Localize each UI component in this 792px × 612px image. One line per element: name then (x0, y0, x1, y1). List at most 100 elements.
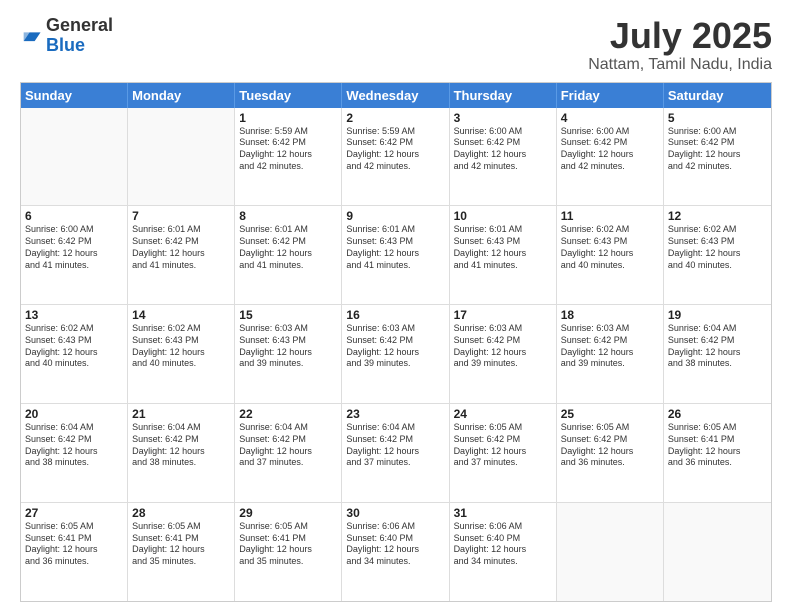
calendar-cell: 21Sunrise: 6:04 AMSunset: 6:42 PMDayligh… (128, 404, 235, 502)
day-number: 1 (239, 111, 337, 125)
sunrise-text: Sunrise: 6:03 AM (454, 323, 552, 335)
calendar-cell: 28Sunrise: 6:05 AMSunset: 6:41 PMDayligh… (128, 503, 235, 601)
daylight-text-1: Daylight: 12 hours (454, 446, 552, 458)
sunrise-text: Sunrise: 6:05 AM (668, 422, 767, 434)
daylight-text-2: and 38 minutes. (132, 457, 230, 469)
day-number: 13 (25, 308, 123, 322)
daylight-text-2: and 42 minutes. (346, 161, 444, 173)
calendar-cell: 10Sunrise: 6:01 AMSunset: 6:43 PMDayligh… (450, 206, 557, 304)
day-number: 18 (561, 308, 659, 322)
sunrise-text: Sunrise: 6:01 AM (346, 224, 444, 236)
daylight-text-1: Daylight: 12 hours (346, 347, 444, 359)
daylight-text-1: Daylight: 12 hours (132, 248, 230, 260)
day-number: 3 (454, 111, 552, 125)
daylight-text-1: Daylight: 12 hours (132, 446, 230, 458)
daylight-text-2: and 36 minutes. (25, 556, 123, 568)
calendar: SundayMondayTuesdayWednesdayThursdayFrid… (20, 82, 772, 602)
sunrise-text: Sunrise: 6:04 AM (346, 422, 444, 434)
day-number: 20 (25, 407, 123, 421)
daylight-text-1: Daylight: 12 hours (132, 347, 230, 359)
day-number: 21 (132, 407, 230, 421)
day-number: 6 (25, 209, 123, 223)
sunrise-text: Sunrise: 6:05 AM (454, 422, 552, 434)
sunset-text: Sunset: 6:42 PM (454, 335, 552, 347)
sunset-text: Sunset: 6:41 PM (132, 533, 230, 545)
calendar-week: 6Sunrise: 6:00 AMSunset: 6:42 PMDaylight… (21, 206, 771, 305)
sunrise-text: Sunrise: 6:00 AM (561, 126, 659, 138)
calendar-cell: 7Sunrise: 6:01 AMSunset: 6:42 PMDaylight… (128, 206, 235, 304)
daylight-text-2: and 35 minutes. (132, 556, 230, 568)
daylight-text-1: Daylight: 12 hours (346, 446, 444, 458)
day-number: 15 (239, 308, 337, 322)
daylight-text-1: Daylight: 12 hours (561, 149, 659, 161)
sunset-text: Sunset: 6:42 PM (346, 335, 444, 347)
sunset-text: Sunset: 6:42 PM (132, 434, 230, 446)
sunset-text: Sunset: 6:42 PM (668, 137, 767, 149)
sunset-text: Sunset: 6:42 PM (132, 236, 230, 248)
sunrise-text: Sunrise: 6:02 AM (668, 224, 767, 236)
daylight-text-2: and 38 minutes. (25, 457, 123, 469)
calendar-cell: 14Sunrise: 6:02 AMSunset: 6:43 PMDayligh… (128, 305, 235, 403)
sunset-text: Sunset: 6:43 PM (346, 236, 444, 248)
calendar-cell: 9Sunrise: 6:01 AMSunset: 6:43 PMDaylight… (342, 206, 449, 304)
sunset-text: Sunset: 6:42 PM (239, 236, 337, 248)
daylight-text-2: and 40 minutes. (132, 358, 230, 370)
calendar-cell: 1Sunrise: 5:59 AMSunset: 6:42 PMDaylight… (235, 108, 342, 206)
sunrise-text: Sunrise: 6:03 AM (561, 323, 659, 335)
calendar-cell: 17Sunrise: 6:03 AMSunset: 6:42 PMDayligh… (450, 305, 557, 403)
sunset-text: Sunset: 6:42 PM (454, 137, 552, 149)
calendar-cell-empty (557, 503, 664, 601)
sunset-text: Sunset: 6:43 PM (25, 335, 123, 347)
daylight-text-2: and 41 minutes. (346, 260, 444, 272)
daylight-text-1: Daylight: 12 hours (561, 347, 659, 359)
sunrise-text: Sunrise: 6:01 AM (132, 224, 230, 236)
calendar-header-cell: Thursday (450, 83, 557, 108)
daylight-text-1: Daylight: 12 hours (668, 446, 767, 458)
calendar-week: 20Sunrise: 6:04 AMSunset: 6:42 PMDayligh… (21, 404, 771, 503)
sunrise-text: Sunrise: 6:06 AM (454, 521, 552, 533)
sunrise-text: Sunrise: 6:02 AM (25, 323, 123, 335)
calendar-cell: 19Sunrise: 6:04 AMSunset: 6:42 PMDayligh… (664, 305, 771, 403)
daylight-text-2: and 42 minutes. (668, 161, 767, 173)
sunset-text: Sunset: 6:42 PM (239, 137, 337, 149)
daylight-text-2: and 34 minutes. (346, 556, 444, 568)
logo-icon (20, 25, 42, 47)
calendar-cell: 29Sunrise: 6:05 AMSunset: 6:41 PMDayligh… (235, 503, 342, 601)
calendar-cell: 24Sunrise: 6:05 AMSunset: 6:42 PMDayligh… (450, 404, 557, 502)
calendar-cell: 11Sunrise: 6:02 AMSunset: 6:43 PMDayligh… (557, 206, 664, 304)
logo-general-text: General (46, 15, 113, 35)
daylight-text-1: Daylight: 12 hours (454, 544, 552, 556)
sunrise-text: Sunrise: 6:04 AM (668, 323, 767, 335)
sunrise-text: Sunrise: 6:01 AM (239, 224, 337, 236)
daylight-text-2: and 42 minutes. (454, 161, 552, 173)
calendar-cell: 25Sunrise: 6:05 AMSunset: 6:42 PMDayligh… (557, 404, 664, 502)
daylight-text-1: Daylight: 12 hours (668, 149, 767, 161)
daylight-text-2: and 38 minutes. (668, 358, 767, 370)
day-number: 12 (668, 209, 767, 223)
sunrise-text: Sunrise: 6:03 AM (346, 323, 444, 335)
sunset-text: Sunset: 6:42 PM (561, 335, 659, 347)
sunrise-text: Sunrise: 6:05 AM (132, 521, 230, 533)
calendar-cell: 6Sunrise: 6:00 AMSunset: 6:42 PMDaylight… (21, 206, 128, 304)
sunrise-text: Sunrise: 6:05 AM (561, 422, 659, 434)
day-number: 10 (454, 209, 552, 223)
calendar-cell: 30Sunrise: 6:06 AMSunset: 6:40 PMDayligh… (342, 503, 449, 601)
sunrise-text: Sunrise: 6:03 AM (239, 323, 337, 335)
calendar-cell: 12Sunrise: 6:02 AMSunset: 6:43 PMDayligh… (664, 206, 771, 304)
day-number: 26 (668, 407, 767, 421)
daylight-text-2: and 39 minutes. (454, 358, 552, 370)
title-block: July 2025 Nattam, Tamil Nadu, India (588, 16, 772, 74)
day-number: 30 (346, 506, 444, 520)
sunrise-text: Sunrise: 6:02 AM (561, 224, 659, 236)
calendar-week: 13Sunrise: 6:02 AMSunset: 6:43 PMDayligh… (21, 305, 771, 404)
daylight-text-1: Daylight: 12 hours (561, 248, 659, 260)
calendar-week: 27Sunrise: 6:05 AMSunset: 6:41 PMDayligh… (21, 503, 771, 601)
calendar-cell: 5Sunrise: 6:00 AMSunset: 6:42 PMDaylight… (664, 108, 771, 206)
sunset-text: Sunset: 6:42 PM (239, 434, 337, 446)
calendar-header-cell: Tuesday (235, 83, 342, 108)
day-number: 9 (346, 209, 444, 223)
daylight-text-1: Daylight: 12 hours (239, 248, 337, 260)
sunset-text: Sunset: 6:43 PM (239, 335, 337, 347)
daylight-text-1: Daylight: 12 hours (454, 149, 552, 161)
daylight-text-1: Daylight: 12 hours (25, 347, 123, 359)
